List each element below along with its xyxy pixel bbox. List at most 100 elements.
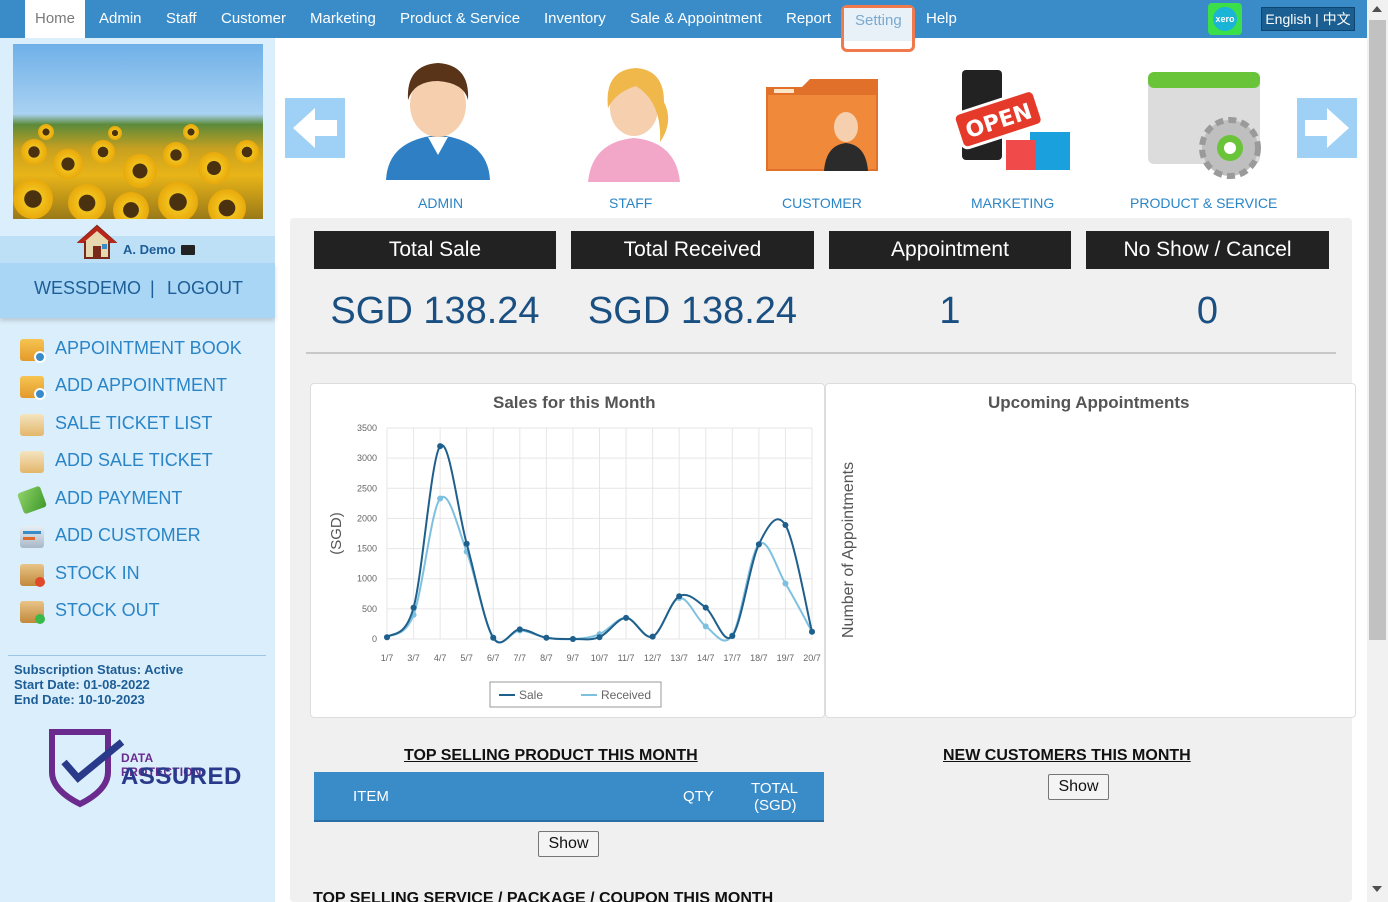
- carousel-label-customer[interactable]: CUSTOMER: [782, 195, 862, 211]
- carousel-label-product-service[interactable]: PRODUCT & SERVICE: [1130, 195, 1277, 211]
- data-point-sale: [569, 636, 576, 642]
- arrow-left-icon: [293, 108, 337, 148]
- ticket-add-icon: [20, 451, 44, 473]
- x-tick-label: 4/7: [434, 653, 447, 663]
- x-tick-label: 18/7: [750, 653, 768, 663]
- xero-button[interactable]: xero: [1208, 3, 1242, 35]
- language-switcher[interactable]: English | 中文: [1261, 7, 1355, 31]
- scroll-up-arrow-icon[interactable]: [1372, 6, 1382, 12]
- laptop-icon: [181, 245, 195, 255]
- marketing-open-sign-icon[interactable]: OPEN: [952, 70, 1072, 175]
- account-link[interactable]: WESSDEMO: [34, 278, 141, 299]
- payment-icon: [16, 485, 48, 515]
- stat-appointment-value: 1: [939, 290, 961, 332]
- nav-inventory[interactable]: Inventory: [544, 0, 606, 38]
- stock-in-icon: [20, 564, 45, 587]
- data-point-sale: [463, 540, 470, 547]
- xero-icon: xero: [1213, 7, 1237, 31]
- admin-avatar-icon[interactable]: [378, 55, 498, 180]
- stat-total-sale-label: Total Sale: [314, 231, 556, 269]
- carousel-label-marketing[interactable]: MARKETING: [971, 195, 1054, 211]
- data-point-sale: [410, 604, 417, 611]
- scroll-down-arrow-icon[interactable]: [1372, 886, 1382, 892]
- data-point-sale: [782, 522, 789, 529]
- carousel-label-staff[interactable]: STAFF: [609, 195, 652, 211]
- nav-marketing[interactable]: Marketing: [310, 0, 376, 38]
- carousel-prev-button[interactable]: [285, 98, 345, 158]
- data-point-sale: [649, 633, 656, 640]
- stat-appointment-label: Appointment: [829, 231, 1071, 269]
- x-tick-label: 17/7: [724, 653, 742, 663]
- y-tick-label: 3000: [357, 453, 377, 463]
- subscription-start-date: Start Date: 01-08-2022: [14, 677, 150, 692]
- account-separator: |: [150, 278, 155, 298]
- summary-divider: [306, 352, 1336, 354]
- top-product-title: TOP SELLING PRODUCT THIS MONTH: [404, 747, 698, 764]
- stat-no-show-value: 0: [1196, 290, 1219, 332]
- x-tick-label: 8/7: [540, 653, 553, 663]
- y-tick-label: 1500: [357, 544, 377, 554]
- data-protection-badge: DATA PROTECTION ASSURED: [48, 728, 241, 808]
- stat-total-sale-value: SGD 138.24: [330, 290, 540, 332]
- x-tick-label: 1/7: [381, 653, 394, 663]
- stock-out-icon: [20, 601, 45, 624]
- x-tick-label: 3/7: [407, 653, 420, 663]
- product-service-gear-icon[interactable]: [1144, 68, 1264, 183]
- nav-staff[interactable]: Staff: [166, 0, 197, 38]
- x-tick-label: 6/7: [487, 653, 500, 663]
- carousel-label-admin[interactable]: ADMIN: [418, 195, 463, 211]
- data-point-sale: [384, 634, 390, 641]
- x-tick-label: 12/7: [644, 653, 662, 663]
- new-customers-show-button[interactable]: Show: [1048, 774, 1109, 800]
- carousel-next-button[interactable]: [1297, 98, 1357, 158]
- x-tick-label: 19/7: [777, 653, 795, 663]
- data-point-sale: [676, 593, 683, 600]
- x-tick-label: 14/7: [697, 653, 715, 663]
- top-service-title: TOP SELLING SERVICE / PACKAGE / COUPON T…: [313, 890, 774, 902]
- column-total: TOTAL: [751, 780, 798, 797]
- nav-report[interactable]: Report: [786, 0, 831, 38]
- upcoming-appointments-card: Upcoming Appointments Number of Appointm…: [825, 383, 1356, 718]
- logout-link[interactable]: LOGOUT: [167, 278, 243, 299]
- top-product-show-button[interactable]: Show: [538, 831, 599, 857]
- data-point-sale: [729, 632, 736, 639]
- y-axis-label: (SGD): [328, 512, 345, 555]
- upcoming-appointments-title: Upcoming Appointments: [988, 393, 1190, 412]
- nav-admin[interactable]: Admin: [99, 0, 142, 38]
- page-scrollbar[interactable]: [1367, 0, 1388, 902]
- data-point-sale: [543, 634, 550, 641]
- scroll-thumb[interactable]: [1369, 20, 1386, 640]
- x-tick-label: 7/7: [514, 653, 527, 663]
- nav-setting-highlight[interactable]: Setting: [841, 5, 915, 52]
- data-point-sale: [623, 614, 630, 621]
- x-tick-label: 5/7: [460, 653, 473, 663]
- nav-customer[interactable]: Customer: [221, 0, 286, 38]
- column-item: ITEM: [353, 788, 389, 805]
- column-qty: QTY: [683, 788, 714, 805]
- y-tick-label: 0: [372, 634, 377, 644]
- account-bar: WESSDEMO | LOGOUT: [0, 263, 275, 318]
- x-tick-label: 10/7: [591, 653, 609, 663]
- sidebar-divider: [8, 655, 266, 656]
- y-tick-label: 2000: [357, 513, 377, 523]
- new-customers-title: NEW CUSTOMERS THIS MONTH: [943, 747, 1191, 764]
- data-point-sale: [490, 634, 497, 641]
- y-tick-label: 2500: [357, 483, 377, 493]
- data-point-received: [782, 580, 789, 587]
- calendar-add-icon: [20, 376, 46, 400]
- sales-line-chart: 0 500 1000 1500 2000 2500 3000 3500 1/7 3/7 4/7 5/7…: [328, 423, 821, 708]
- nav-product-service[interactable]: Product & Service: [400, 0, 520, 38]
- x-tick-label: 9/7: [567, 653, 580, 663]
- data-point-received: [702, 623, 709, 630]
- staff-avatar-icon[interactable]: [582, 62, 687, 182]
- nav-help[interactable]: Help: [926, 0, 957, 38]
- sales-chart-card: Sales for this Month 0 500 1000 1500 2000 250…: [310, 383, 825, 718]
- nav-setting[interactable]: Setting: [855, 12, 902, 29]
- nav-home[interactable]: Home: [25, 0, 86, 38]
- calendar-icon: [20, 339, 46, 363]
- customer-card-icon: [20, 526, 44, 548]
- x-tick-label: 13/7: [670, 653, 688, 663]
- customer-folder-icon[interactable]: [762, 75, 882, 175]
- nav-sale-appointment[interactable]: Sale & Appointment: [630, 0, 762, 38]
- data-point-sale: [596, 634, 603, 641]
